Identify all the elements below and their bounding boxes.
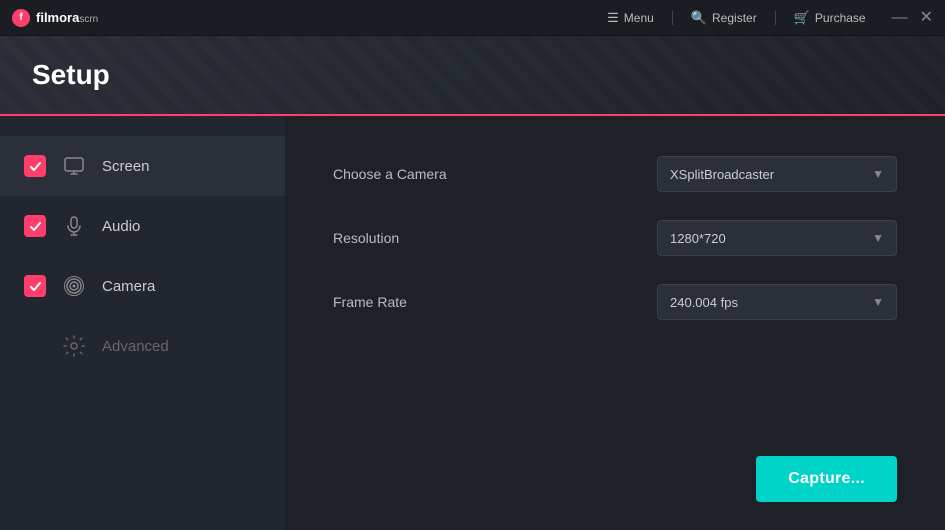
resolution-chevron-icon: ▼	[872, 231, 884, 245]
register-button[interactable]: 🔍 Register	[691, 10, 757, 26]
menu-lines-icon: ☰	[607, 10, 619, 26]
content-area: Choose a Camera XSplitBroadcaster ▼ Reso…	[285, 116, 945, 530]
purchase-button[interactable]: 🛒 Purchase	[794, 10, 866, 26]
cart-icon: 🛒	[794, 10, 810, 26]
window-controls: — ✕	[892, 10, 933, 26]
sidebar-item-audio[interactable]: Audio	[0, 196, 285, 256]
register-icon: 🔍	[691, 10, 707, 26]
camera-setting-label: Choose a Camera	[333, 166, 447, 182]
framerate-select-value: 240.004 fps	[670, 295, 738, 310]
camera-icon	[62, 274, 86, 298]
check-icon-audio	[29, 220, 42, 233]
framerate-setting-label: Frame Rate	[333, 294, 407, 310]
sidebar: Screen Audio	[0, 116, 285, 530]
advanced-checkbox-placeholder	[24, 335, 46, 357]
resolution-select-value: 1280*720	[670, 231, 726, 246]
advanced-label: Advanced	[102, 338, 169, 355]
resolution-setting-row: Resolution 1280*720 ▼	[333, 220, 897, 256]
menu-button[interactable]: ☰ Menu	[607, 10, 654, 26]
sidebar-item-advanced[interactable]: Advanced	[0, 316, 285, 376]
titlebar-separator-2	[775, 11, 776, 25]
audio-checkbox[interactable]	[24, 215, 46, 237]
screen-checkbox[interactable]	[24, 155, 46, 177]
sidebar-item-screen[interactable]: Screen	[0, 136, 285, 196]
main-layout: Screen Audio	[0, 116, 945, 530]
screen-icon	[62, 154, 86, 178]
resolution-select[interactable]: 1280*720 ▼	[657, 220, 897, 256]
title-bar: f filmorascrn ☰ Menu 🔍 Register 🛒 Purcha…	[0, 0, 945, 36]
camera-label: Camera	[102, 278, 155, 295]
minimize-button[interactable]: —	[892, 10, 908, 26]
page-title: Setup	[32, 59, 110, 91]
logo-area: f filmorascrn	[12, 9, 98, 27]
capture-button[interactable]: Capture...	[756, 456, 897, 502]
framerate-chevron-icon: ▼	[872, 295, 884, 309]
camera-select[interactable]: XSplitBroadcaster ▼	[657, 156, 897, 192]
titlebar-actions: ☰ Menu 🔍 Register 🛒 Purchase — ✕	[607, 10, 933, 26]
framerate-setting-row: Frame Rate 240.004 fps ▼	[333, 284, 897, 320]
check-icon	[29, 160, 42, 173]
titlebar-separator-1	[672, 11, 673, 25]
header: Setup	[0, 36, 945, 116]
camera-setting-row: Choose a Camera XSplitBroadcaster ▼	[333, 156, 897, 192]
camera-select-value: XSplitBroadcaster	[670, 167, 774, 182]
check-icon-camera	[29, 280, 42, 293]
logo-icon: f	[12, 9, 30, 27]
advanced-icon	[62, 334, 86, 358]
camera-chevron-icon: ▼	[872, 167, 884, 181]
sidebar-item-camera[interactable]: Camera	[0, 256, 285, 316]
framerate-select[interactable]: 240.004 fps ▼	[657, 284, 897, 320]
logo-text: filmorascrn	[36, 10, 98, 25]
close-button[interactable]: ✕	[920, 10, 933, 26]
screen-label: Screen	[102, 158, 150, 175]
camera-checkbox[interactable]	[24, 275, 46, 297]
audio-label: Audio	[102, 218, 140, 235]
audio-icon	[62, 214, 86, 238]
resolution-setting-label: Resolution	[333, 230, 399, 246]
